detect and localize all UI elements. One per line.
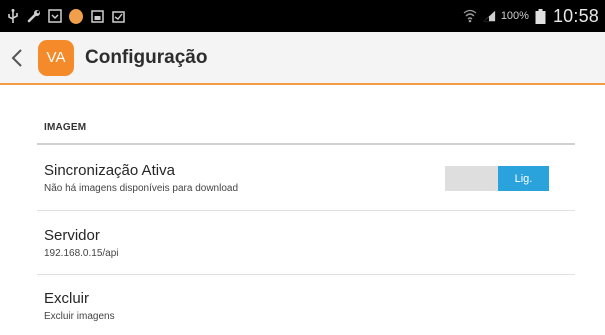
usb-icon xyxy=(6,9,20,23)
battery-percentage: 100% xyxy=(500,10,529,22)
download-image-icon xyxy=(48,9,62,23)
setting-title: Servidor xyxy=(44,227,100,244)
wifi-icon xyxy=(463,9,477,23)
back-button[interactable] xyxy=(2,31,32,84)
setting-subtitle: 192.168.0.15/api xyxy=(44,248,119,259)
row-divider xyxy=(37,274,575,275)
row-divider xyxy=(37,210,575,211)
status-bar: 100% 10:58 xyxy=(0,0,605,32)
section-divider xyxy=(37,143,575,145)
section-header-imagem: IMAGEM xyxy=(44,122,87,133)
setting-delete[interactable]: Excluir Excluir imagens xyxy=(44,290,575,322)
chevron-left-icon xyxy=(11,48,22,67)
wrench-icon xyxy=(27,9,41,23)
signal-icon xyxy=(482,9,496,23)
setting-subtitle: Excluir imagens xyxy=(44,311,115,322)
page-title: Configuração xyxy=(85,46,208,68)
setting-server[interactable]: Servidor 192.168.0.15/api xyxy=(44,227,575,259)
app-notification-icon xyxy=(69,8,83,24)
screenshot-icon xyxy=(90,9,104,23)
system-status: 100% 10:58 xyxy=(463,6,599,27)
setting-title: Excluir xyxy=(44,290,90,307)
sync-toggle[interactable]: Lig. xyxy=(445,166,549,191)
clock: 10:58 xyxy=(552,5,599,26)
notification-icons xyxy=(6,8,125,24)
battery-icon xyxy=(534,8,548,24)
clipboard-icon xyxy=(111,9,125,23)
app-bar: VA Configuração xyxy=(0,32,605,85)
toggle-on-label: Lig. xyxy=(498,166,549,191)
app-logo: VA xyxy=(38,39,74,76)
